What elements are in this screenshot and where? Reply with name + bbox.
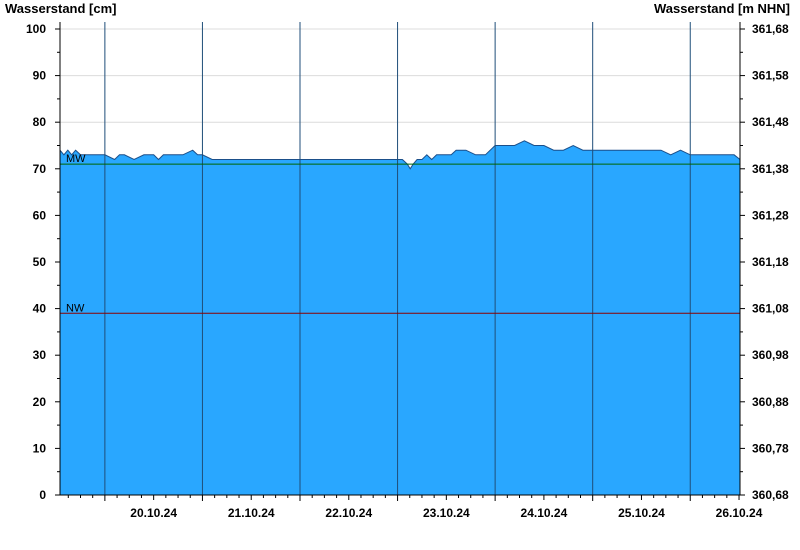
right-tick-label: 361,68: [752, 22, 789, 36]
x-tick-label: 25.10.24: [618, 506, 665, 520]
left-tick-label: 90: [33, 69, 47, 83]
right-tick-label: 361,28: [752, 208, 789, 222]
left-tick-label: 70: [33, 162, 47, 176]
right-tick-label: 361,18: [752, 255, 789, 269]
left-tick-label: 20: [33, 395, 47, 409]
water-level-chart: Wasserstand [cm] Wasserstand [m NHN] MW N…: [5, 1, 790, 520]
reference-label-nw: NW: [66, 302, 85, 314]
x-tick-label: 21.10.24: [228, 506, 275, 520]
left-tick-label: 0: [39, 488, 46, 502]
x-tick-label: 22.10.24: [325, 506, 372, 520]
left-tick-label: 30: [33, 348, 47, 362]
x-tick-label: 24.10.24: [521, 506, 568, 520]
right-tick-label: 360,68: [752, 488, 789, 502]
left-tick-label: 40: [33, 302, 47, 316]
left-tick-label: 100: [26, 22, 46, 36]
right-axis-title: Wasserstand [m NHN]: [654, 1, 790, 16]
right-tick-label: 361,48: [752, 115, 789, 129]
right-tick-label: 361,08: [752, 302, 789, 316]
reference-label-mw: MW: [66, 153, 86, 165]
right-tick-label: 360,78: [752, 441, 789, 455]
left-tick-label: 60: [33, 208, 47, 222]
left-axis-title: Wasserstand [cm]: [5, 1, 117, 16]
x-tick-label: 20.10.24: [130, 506, 177, 520]
x-tick-label: 26.10.24: [716, 506, 763, 520]
right-tick-label: 360,98: [752, 348, 789, 362]
x-tick-label: 23.10.24: [423, 506, 470, 520]
right-tick-label: 361,38: [752, 162, 789, 176]
left-tick-label: 80: [33, 115, 47, 129]
right-tick-label: 361,58: [752, 69, 789, 83]
left-tick-label: 50: [33, 255, 47, 269]
right-tick-label: 360,88: [752, 395, 789, 409]
water-level-area: [60, 140, 740, 496]
left-tick-label: 10: [33, 441, 47, 455]
